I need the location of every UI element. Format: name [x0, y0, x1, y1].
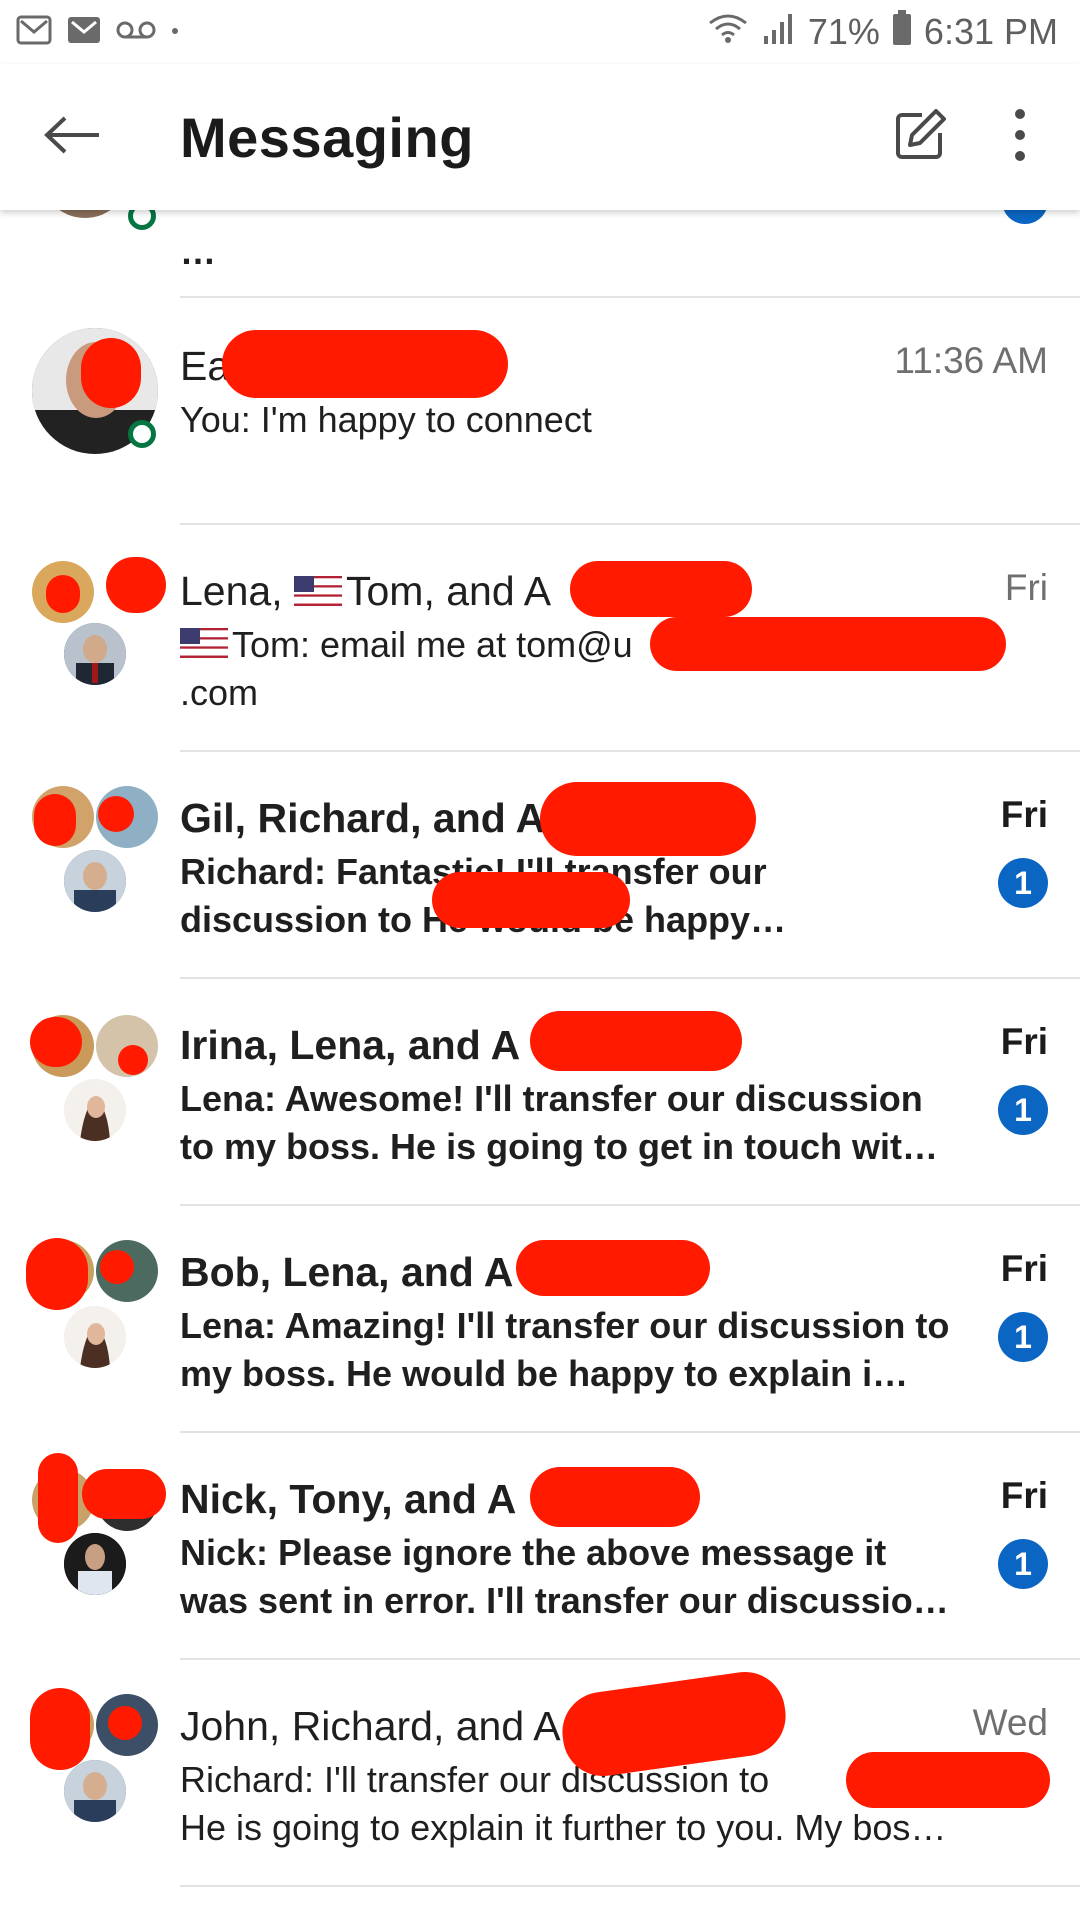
- redaction-mark: [26, 1238, 88, 1310]
- unread-badge: 1: [998, 1312, 1048, 1362]
- avatar-group: [26, 1234, 162, 1370]
- avatar-group: [26, 1007, 162, 1143]
- gmail-icon: [66, 15, 102, 50]
- avatar-group: [26, 553, 166, 689]
- redaction-mark: [118, 1045, 148, 1075]
- page-title: Messaging: [180, 105, 474, 169]
- redaction-mark: [530, 1467, 700, 1527]
- redaction-mark: [516, 1240, 710, 1296]
- redaction-mark: [570, 561, 752, 617]
- compose-button[interactable]: [870, 82, 970, 192]
- avatar: [64, 1533, 126, 1595]
- timestamp: Wed: [972, 1702, 1048, 1743]
- redaction-mark: [106, 557, 166, 613]
- online-status-icon: [128, 420, 156, 448]
- avatar: [64, 623, 126, 685]
- redaction-mark: [100, 1250, 134, 1284]
- online-status-icon: [128, 210, 156, 230]
- message-preview: …: [180, 231, 216, 272]
- signal-icon: [762, 11, 796, 53]
- back-arrow-icon: [43, 115, 103, 160]
- avatar: [64, 1760, 126, 1822]
- unread-badge: 1: [998, 1085, 1048, 1135]
- conversation-row[interactable]: Bob, Lena, and A Lena: Amazing! I'll tra…: [0, 1206, 1080, 1433]
- redaction-mark: [222, 330, 508, 398]
- battery-icon: [892, 9, 912, 55]
- dot-icon: [170, 23, 180, 41]
- voicemail-icon: [116, 19, 156, 46]
- wifi-icon: [706, 11, 750, 54]
- timestamp: Fri: [1000, 1248, 1048, 1289]
- timestamp: Fri: [1000, 1021, 1048, 1062]
- timestamp: Fri: [1000, 794, 1048, 835]
- timestamp: Fri: [1000, 1475, 1048, 1516]
- unread-badge: 1: [998, 858, 1048, 908]
- conversation-row[interactable]: Ea You: I'm happy to connect 11:36 AM: [0, 298, 1080, 525]
- unread-badge: 1: [998, 1539, 1048, 1589]
- redaction-mark: [108, 1706, 142, 1740]
- gmail-icon: [16, 15, 52, 50]
- redaction-mark: [530, 1011, 742, 1071]
- redaction-mark: [30, 1017, 82, 1067]
- avatar-group: [26, 1453, 166, 1597]
- message-preview: Lena: Awesome! I'll transfer our discuss…: [180, 1078, 939, 1167]
- message-preview: You: I'm happy to connect: [180, 399, 592, 440]
- redaction-mark: [82, 1469, 166, 1519]
- clock: 6:31 PM: [923, 11, 1058, 52]
- avatar: [64, 850, 126, 912]
- timestamp: Fri: [1004, 567, 1048, 608]
- redaction-mark: [432, 872, 630, 928]
- us-flag-icon: [294, 568, 342, 608]
- redaction-mark: [81, 338, 141, 408]
- redaction-mark: [46, 575, 80, 613]
- conversation-row[interactable]: Gil, Richard, and A Richard: Fantastic! …: [0, 752, 1080, 979]
- avatar-group: [26, 1688, 162, 1824]
- redaction-mark: [650, 617, 1006, 671]
- redaction-mark: [98, 796, 134, 832]
- conversation-row[interactable]: Lena, Tom, and A Tom: email me at tom@u.…: [0, 525, 1080, 752]
- battery-percent: 71%: [807, 11, 880, 52]
- avatar: [64, 1079, 126, 1141]
- divider: [180, 1885, 1080, 1887]
- avatar-group: [26, 328, 162, 464]
- overflow-menu-icon: [1013, 107, 1027, 168]
- message-preview: Nick: Please ignore the above message it…: [180, 1532, 949, 1621]
- redaction-mark: [30, 1688, 90, 1770]
- redaction-mark: [846, 1752, 1050, 1808]
- avatar: [64, 1306, 126, 1368]
- conversation-row[interactable]: …: [0, 210, 1080, 298]
- overflow-menu-button[interactable]: [970, 82, 1070, 192]
- redaction-mark: [34, 794, 76, 846]
- avatar: [40, 210, 130, 218]
- app-bar: Messaging: [0, 64, 1080, 210]
- conversation-list[interactable]: … Ea You: I'm happy to connect 11:36 AM: [0, 210, 1080, 1920]
- conversation-row[interactable]: John, Richard, and A Richard: I'll trans…: [0, 1660, 1080, 1887]
- conversation-row[interactable]: Nick, Tony, and A Nick: Please ignore th…: [0, 1433, 1080, 1660]
- message-preview: Richard: I'll transfer our discussion to…: [180, 1759, 947, 1848]
- redaction-mark: [38, 1453, 78, 1543]
- unread-badge: [1002, 210, 1048, 224]
- message-preview: Lena: Amazing! I'll transfer our discuss…: [180, 1305, 950, 1394]
- avatar-group: [26, 780, 162, 916]
- timestamp: 11:36 AM: [894, 340, 1048, 381]
- back-button[interactable]: [18, 82, 128, 192]
- conversation-row[interactable]: Irina, Lena, and A Lena: Awesome! I'll t…: [0, 979, 1080, 1206]
- status-bar: 71% 6:31 PM: [0, 0, 1080, 64]
- compose-icon: [892, 107, 948, 168]
- redaction-mark: [540, 782, 756, 856]
- us-flag-icon: [180, 624, 228, 660]
